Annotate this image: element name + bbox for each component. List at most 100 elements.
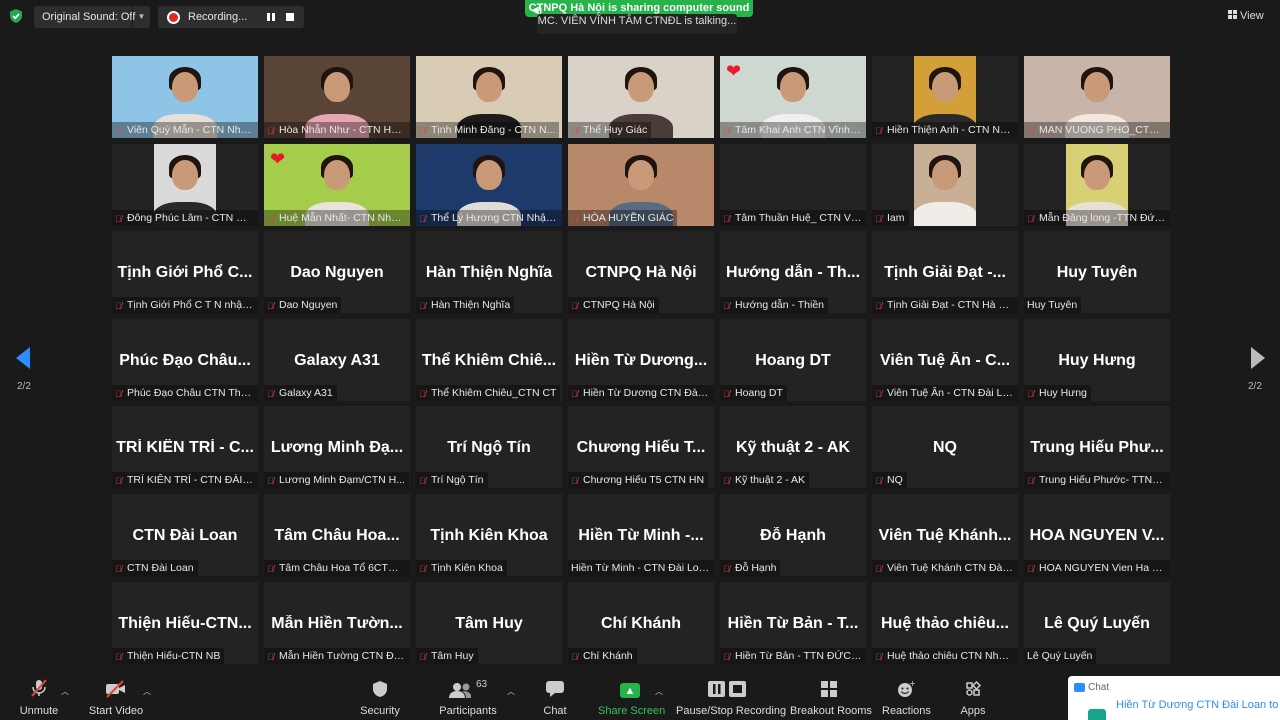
muted-mic-icon: 🎙̸ xyxy=(875,213,882,224)
participant-tile[interactable]: Hướng dẫn - Th... 🎙̸ Hướng dẫn - Thiền xyxy=(720,231,866,314)
participant-display-name: Dao Nguyen xyxy=(290,264,384,282)
participant-tile[interactable]: Hiền Từ Bản - T... 🎙̸ Hiền Từ Bản - TTN ĐỨ… xyxy=(720,581,866,664)
participant-tile[interactable]: Kỹ thuật 2 - AK 🎙̸ Kỹ thuật 2 - AK xyxy=(720,406,866,489)
audio-options-caret-icon[interactable]: ︿ xyxy=(61,686,69,697)
participant-tile[interactable]: 🎙̸ Thể Lý Hương CTN Nhật ... xyxy=(416,143,562,226)
participant-tile[interactable]: 🎙̸ Mẫn Đăng long -TTN Đức... xyxy=(1024,143,1170,226)
original-sound-label: Original Sound: Off xyxy=(42,11,136,23)
recording-label: Recording... xyxy=(188,11,248,23)
muted-mic-icon: 🎙̸ xyxy=(723,126,730,136)
participant-tile[interactable]: Hoang DT 🎙̸ Hoang DT xyxy=(720,318,866,401)
participant-tile[interactable]: Tâm Châu Hoa... 🎙̸ Tâm Châu Hoa Tổ 6CTN.H.… xyxy=(264,493,410,576)
muted-mic-icon: 🎙̸ xyxy=(875,126,882,136)
pause-stop-recording-button[interactable]: Pause/Stop Recording xyxy=(676,674,787,720)
participant-name: Huệ thảo chiêu CTN Nhật... xyxy=(887,649,1016,662)
participant-tile[interactable]: 🎙̸ Hòa Nhẫn Như - CTN Hà ... xyxy=(264,56,410,138)
participant-tile[interactable]: CTNPQ Hà Nội 🎙̸ CTNPQ Hà Nội xyxy=(568,231,714,314)
muted-mic-icon: 🎙̸ xyxy=(571,213,578,224)
participant-display-name: Trung Hiếu Phư... xyxy=(1030,439,1164,457)
participant-tile[interactable]: 🎙̸ Tịnh Minh Đăng - CTN N... xyxy=(416,56,562,138)
participants-options-caret-icon[interactable]: ︿ xyxy=(507,686,515,697)
participant-tile[interactable]: ❤ 🎙̸ Huệ Mẫn Nhất- CTN Nhật... xyxy=(264,143,410,226)
participant-display-name: NQ xyxy=(933,439,957,457)
participant-display-name: Hoang DT xyxy=(755,351,831,369)
participant-tile[interactable]: Dao Nguyen 🎙̸ Dao Nguyen xyxy=(264,231,410,314)
participant-tile[interactable]: ❤ 🎙̸ Tâm Khai Anh CTN Vĩnh P... xyxy=(720,56,866,138)
chat-button[interactable]: Chat xyxy=(538,674,572,720)
share-options-caret-icon[interactable]: ︿ xyxy=(655,686,663,697)
participant-tile[interactable]: HOA NGUYEN V... 🎙̸ HOA NGUYEN Vien Ha C... xyxy=(1024,493,1170,576)
participant-tile[interactable]: Huy Tuyên Huy Tuyên xyxy=(1024,231,1170,314)
chevron-down-icon[interactable]: ▼ xyxy=(132,6,150,28)
participant-name-label: 🎙̸ Hiền Thiện Anh - CTN Nh... xyxy=(872,122,1018,138)
participant-tile[interactable]: 🎙̸ Iam xyxy=(872,143,1018,226)
participant-tile[interactable]: Huy Hưng 🎙̸ Huy Hưng xyxy=(1024,318,1170,401)
participant-tile[interactable]: 🎙̸ Tâm Thuần Huệ_ CTN Vĩn... xyxy=(720,143,866,226)
participant-tile[interactable]: Tịnh Giới Phổ C... 🎙̸ Tịnh Giới Phổ C T N … xyxy=(112,231,258,314)
participant-name-label: 🎙̸ Galaxy A31 xyxy=(264,384,337,401)
participant-tile[interactable]: 🎙̸ Hiền Thiện Anh - CTN Nh... xyxy=(872,56,1018,138)
participant-name-label: 🎙̸ Tâm Thuần Huệ_ CTN Vĩn... xyxy=(720,209,866,226)
participant-tile[interactable]: CTN Đài Loan 🎙̸ CTN Đài Loan xyxy=(112,493,258,576)
video-off-icon xyxy=(88,674,144,698)
participant-name-label: 🎙̸ Chí Khánh xyxy=(568,647,637,664)
next-page-arrow-icon[interactable] xyxy=(1251,347,1265,369)
video-options-caret-icon[interactable]: ︿ xyxy=(143,686,151,697)
original-sound-toggle[interactable]: Original Sound: Off ▼ xyxy=(34,6,150,28)
recording-indicator: Recording... xyxy=(158,6,304,28)
participant-tile[interactable]: Chương Hiếu T... 🎙̸ Chương Hiếu T5 CTN HN xyxy=(568,406,714,489)
muted-mic-icon: 🎙̸ xyxy=(267,126,274,136)
participant-tile[interactable]: TRÍ KIÊN TRÍ - C... 🎙̸ TRÍ KIÊN TRÍ - CTN … xyxy=(112,406,258,489)
participant-tile[interactable]: Thiện Hiếu-CTN... 🎙̸ Thiện Hiếu-CTN NB xyxy=(112,581,258,664)
participant-tile[interactable]: 🎙̸ Viên Quý Mẫn - CTN Nhật... xyxy=(112,56,258,138)
participant-tile[interactable]: NQ 🎙̸ NQ xyxy=(872,406,1018,489)
reactions-button[interactable]: + Reactions xyxy=(882,674,931,720)
participant-name-label: 🎙̸ Tâm Huy xyxy=(416,647,478,664)
breakout-rooms-button[interactable]: Breakout Rooms xyxy=(790,674,872,720)
pause-recording-icon[interactable] xyxy=(267,13,275,21)
participant-tile[interactable]: Tịnh Giải Đạt -... 🎙̸ Tịnh Giải Đạt - CTN … xyxy=(872,231,1018,314)
start-video-button[interactable]: Start Video xyxy=(88,674,144,720)
participant-tile[interactable]: Hiền Từ Minh -... Hiền Từ Minh - CTN Đài … xyxy=(568,493,714,576)
participant-tile[interactable]: Đỗ Hạnh 🎙̸ Đỗ Hạnh xyxy=(720,493,866,576)
participant-tile[interactable]: Chí Khánh 🎙̸ Chí Khánh xyxy=(568,581,714,664)
participants-button[interactable]: 63 Participants xyxy=(437,674,499,720)
participant-tile[interactable]: 🎙̸ Đông Phúc Lâm - CTN Hà... xyxy=(112,143,258,226)
participant-tile[interactable]: Tâm Huy 🎙̸ Tâm Huy xyxy=(416,581,562,664)
participant-name-label: 🎙̸ Tịnh Kiên Khoa xyxy=(416,559,507,576)
participant-tile[interactable]: Hàn Thiện Nghĩa 🎙̸ Hàn Thiện Nghĩa xyxy=(416,231,562,314)
participant-tile[interactable]: Lê Quý Luyến Lê Quý Luyến xyxy=(1024,581,1170,664)
stop-recording-icon[interactable] xyxy=(286,13,294,21)
participant-tile[interactable]: Phúc Đạo Châu... 🎙̸ Phúc Đạo Châu CTN Than… xyxy=(112,318,258,401)
participant-display-name: Thể Khiêm Chiê... xyxy=(421,351,557,369)
participant-tile[interactable]: Huệ thảo chiêu... 🎙̸ Huệ thảo chiêu CTN Nh… xyxy=(872,581,1018,664)
participant-tile[interactable]: 🎙̸ Thể Huy Giác xyxy=(568,56,714,138)
participant-name: Thể Lý Hương CTN Nhật ... xyxy=(431,211,561,224)
participant-tile[interactable]: Galaxy A31 🎙̸ Galaxy A31 xyxy=(264,318,410,401)
apps-button[interactable]: Apps xyxy=(956,674,990,720)
participant-tile[interactable]: Mẫn Hiền Tườn... 🎙̸ Mẫn Hiền Tường CTN Đài… xyxy=(264,581,410,664)
chat-icon xyxy=(1074,683,1085,692)
unmute-button[interactable]: Unmute xyxy=(18,674,60,720)
previous-page-arrow-icon[interactable] xyxy=(16,347,30,369)
participant-tile[interactable]: Lương Minh Đạ... 🎙̸ Lương Minh Đạm/CTN H..… xyxy=(264,406,410,489)
chat-notification-popup[interactable]: Chat Hiền Từ Dương CTN Đài Loan to Every… xyxy=(1068,676,1280,720)
participant-tile[interactable]: Viên Tuệ Khánh... 🎙̸ Viên Tuệ Khánh CTN Đà… xyxy=(872,493,1018,576)
view-button[interactable]: View xyxy=(1228,6,1274,26)
participant-tile[interactable]: 🎙̸ MAN VUONG PHO_CTN ... xyxy=(1024,56,1170,138)
participant-name-label: 🎙̸ Huy Hưng xyxy=(1024,384,1091,401)
participant-tile[interactable]: Hiền Từ Dương... 🎙̸ Hiền Từ Dương CTN Đài … xyxy=(568,318,714,401)
participant-tile[interactable]: Trung Hiếu Phư... 🎙̸ Trung Hiếu Phước- TTN… xyxy=(1024,406,1170,489)
security-button[interactable]: Security xyxy=(356,674,404,720)
participant-tile[interactable]: Thể Khiêm Chiê... 🎙̸ Thể Khiêm Chiêu_CTN C… xyxy=(416,318,562,401)
participant-tile[interactable]: Tịnh Kiên Khoa 🎙̸ Tịnh Kiên Khoa xyxy=(416,493,562,576)
participant-name: Tịnh Giải Đạt - CTN Hà Nội xyxy=(887,299,1015,312)
muted-mic-icon: 🎙̸ xyxy=(419,301,426,312)
muted-mic-icon: 🎙̸ xyxy=(267,213,274,224)
participant-tile[interactable]: 🎙̸ HÒA HUYỀN GIÁC xyxy=(568,143,714,226)
participant-tile[interactable]: Trí Ngộ Tín 🎙̸ Trí Ngộ Tín xyxy=(416,406,562,489)
participant-tile[interactable]: Viên Tuệ Ân - C... 🎙̸ Viên Tuệ Ân - CTN Đà… xyxy=(872,318,1018,401)
pause-stop-recording-label: Pause/Stop Recording xyxy=(676,705,787,717)
shield-check-icon[interactable] xyxy=(8,8,24,24)
share-screen-button[interactable]: ▲ Share Screen xyxy=(598,674,665,720)
